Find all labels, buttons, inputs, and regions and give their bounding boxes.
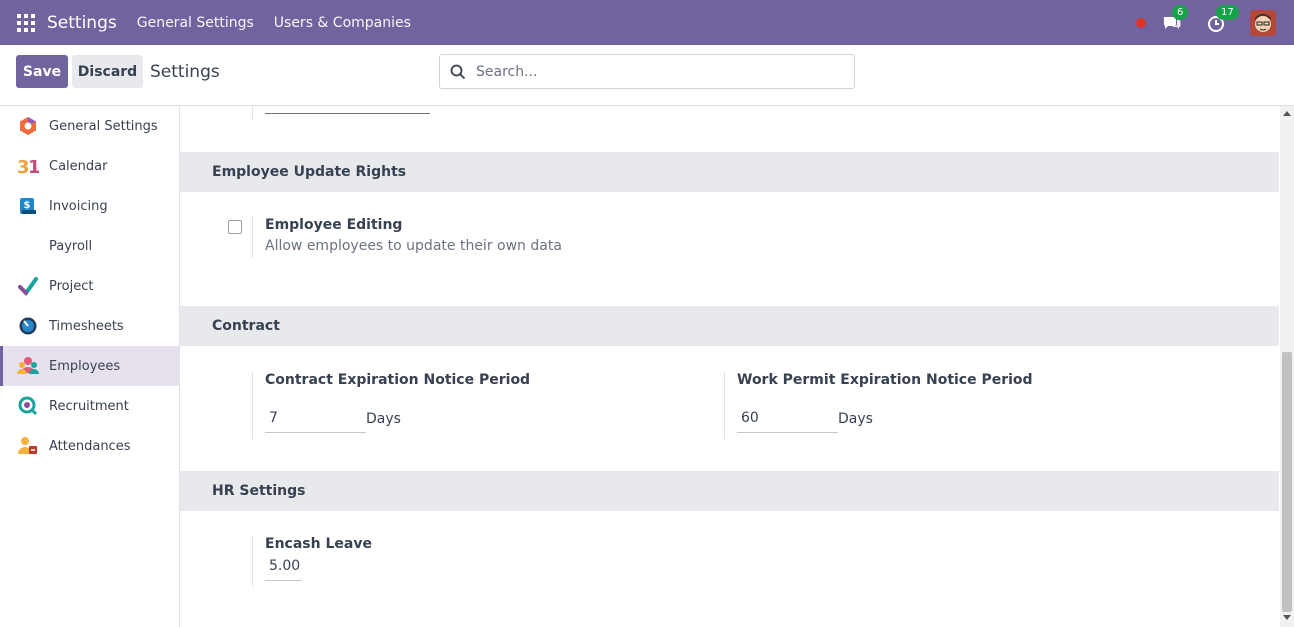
control-panel: Save Discard Settings — [0, 45, 1294, 106]
sidebar-item-recruitment[interactable]: Recruitment — [0, 386, 179, 426]
encash-leave-input[interactable]: 5.00 — [265, 558, 302, 581]
field-underline — [265, 113, 430, 114]
timesheets-icon — [17, 315, 39, 337]
scroll-up-arrow-icon[interactable] — [1283, 111, 1291, 116]
sidebar-item-attendances[interactable]: Attendances — [0, 426, 179, 466]
work-permit-expiration-input[interactable]: 60 — [737, 410, 838, 433]
activities-count-badge: 17 — [1216, 4, 1239, 20]
sidebar-item-label: Recruitment — [49, 398, 129, 414]
scrollbar-thumb[interactable] — [1282, 352, 1292, 612]
sidebar-item-calendar[interactable]: 3 1 Calendar — [0, 146, 179, 186]
sidebar-item-label: General Settings — [49, 118, 158, 134]
top-navbar: Settings General Settings Users & Compan… — [0, 0, 1294, 45]
calendar-icon: 3 1 — [17, 155, 39, 177]
employee-editing-label: Employee Editing — [265, 217, 403, 233]
recording-indicator-icon — [1136, 17, 1146, 28]
search-icon — [450, 64, 466, 79]
menu-users-companies[interactable]: Users & Companies — [274, 15, 411, 31]
settings-content: Employee Update Rights Employee Editing … — [180, 106, 1280, 627]
project-icon — [17, 275, 39, 297]
setting-divider — [252, 535, 253, 587]
app-title[interactable]: Settings — [47, 13, 117, 33]
sidebar-item-label: Payroll — [49, 238, 93, 254]
sidebar-item-label: Attendances — [49, 438, 131, 454]
section-employee-update-rights: Employee Update Rights — [180, 152, 1279, 192]
menu-general-settings[interactable]: General Settings — [137, 15, 254, 31]
sidebar-item-label: Calendar — [49, 158, 108, 174]
sidebar-item-invoicing[interactable]: $ Invoicing — [0, 186, 179, 226]
sidebar-item-project[interactable]: Project — [0, 266, 179, 306]
encash-leave-label: Encash Leave — [265, 536, 372, 552]
general-settings-icon — [17, 115, 39, 137]
setting-divider — [252, 216, 253, 258]
messages-count-badge: 6 — [1172, 4, 1189, 20]
section-contract: Contract — [180, 306, 1279, 346]
sidebar-item-label: Invoicing — [49, 198, 108, 214]
search-input[interactable] — [476, 63, 836, 80]
sidebar-item-timesheets[interactable]: Timesheets — [0, 306, 179, 346]
settings-sidebar: General Settings 3 1 Calendar $ Invoicin… — [0, 106, 180, 627]
user-avatar[interactable] — [1250, 9, 1276, 36]
work-permit-expiration-label: Work Permit Expiration Notice Period — [737, 372, 1033, 388]
page-title: Settings — [150, 62, 220, 82]
save-button[interactable]: Save — [16, 55, 68, 88]
sidebar-item-employees[interactable]: Employees — [0, 346, 179, 386]
sidebar-item-label: Timesheets — [49, 318, 124, 334]
setting-divider — [252, 106, 253, 120]
employee-editing-description: Allow employees to update their own data — [265, 238, 562, 254]
messages-button[interactable]: 6 — [1162, 4, 1189, 33]
user-face-icon — [1250, 9, 1276, 36]
sidebar-item-label: Project — [49, 278, 94, 294]
sidebar-item-payroll[interactable]: Payroll — [0, 226, 179, 266]
invoicing-icon: $ — [17, 195, 39, 217]
contract-expiration-label: Contract Expiration Notice Period — [265, 372, 531, 388]
scroll-down-arrow-icon[interactable] — [1283, 615, 1291, 620]
sidebar-item-label: Employees — [49, 358, 121, 374]
employees-icon — [17, 355, 39, 377]
section-hr-settings: HR Settings — [180, 471, 1279, 511]
setting-divider — [724, 372, 725, 439]
payroll-icon — [17, 235, 39, 257]
svg-text:1: 1 — [28, 157, 39, 177]
setting-divider — [252, 372, 253, 439]
contract-expiration-unit: Days — [366, 411, 401, 427]
work-permit-expiration-unit: Days — [838, 411, 873, 427]
svg-text:$: $ — [24, 200, 31, 211]
recruitment-icon — [17, 395, 39, 417]
contract-expiration-input[interactable]: 7 — [265, 410, 366, 433]
apps-grid-icon[interactable] — [17, 13, 35, 32]
employee-editing-checkbox[interactable] — [228, 220, 242, 234]
activities-button[interactable]: 17 — [1206, 4, 1239, 33]
search-box[interactable] — [439, 54, 855, 89]
attendances-icon — [17, 435, 39, 457]
sidebar-item-general-settings[interactable]: General Settings — [0, 106, 179, 146]
discard-button[interactable]: Discard — [72, 55, 143, 88]
